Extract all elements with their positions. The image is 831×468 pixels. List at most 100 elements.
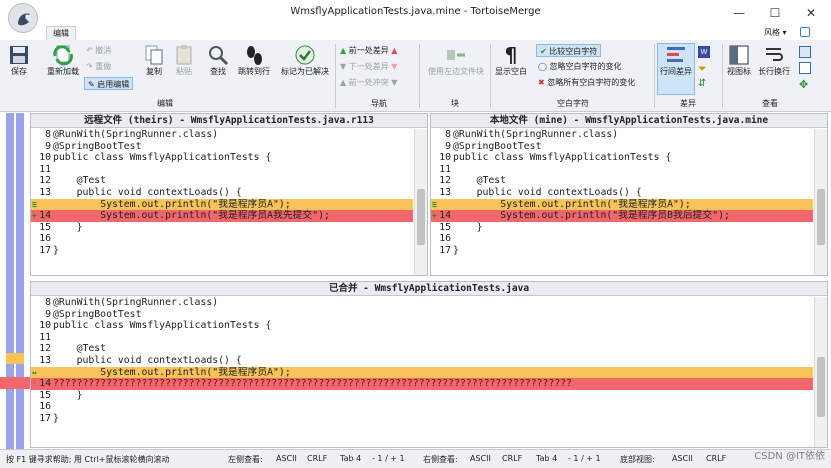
status-right-encoding[interactable]: ASCII (470, 454, 491, 463)
scroll-thumb[interactable] (417, 189, 425, 245)
redo-button[interactable]: ↷ 重做 (86, 60, 111, 73)
next-diff-button[interactable]: ▼ 下一处差异 ▼ (340, 60, 397, 73)
maximize-button[interactable]: ☐ (760, 2, 790, 24)
line-number: 16 (39, 233, 51, 245)
merged-code[interactable]: 8 @RunWith(SpringRunner.class) 9 @SpringBoo… (31, 297, 813, 425)
status-right-eol[interactable]: CRLF (502, 454, 522, 463)
change-marker-icon: + (32, 211, 37, 221)
code-line[interactable]: 10 public class WmsflyApplicationTests { (31, 320, 813, 332)
code-line[interactable]: ≡ System.out.println("我是程序员A"); (31, 198, 413, 211)
code-line[interactable]: +14 System.out.println("我是程序员B我后提交"); (431, 210, 813, 222)
conflict-down-icon: ▼ (391, 78, 398, 87)
style-menu[interactable]: 风格 ▾ (764, 27, 787, 38)
code-line[interactable]: 9 @SpringBootTest (31, 141, 413, 153)
swap-icon[interactable]: ✥ (799, 78, 808, 91)
code-line[interactable]: 15 } (431, 222, 813, 234)
code-line[interactable]: 12 @Test (431, 175, 813, 187)
save-button[interactable]: 保存 (6, 44, 32, 77)
code-line[interactable]: ! 14?????????????????????????????????????… (31, 378, 813, 390)
code-line[interactable]: 15 } (31, 390, 813, 402)
code-line[interactable]: ≡ System.out.println("我是程序员A"); (431, 198, 813, 211)
minimize-button[interactable]: — (724, 2, 754, 24)
help-icon[interactable] (800, 27, 810, 37)
code-line[interactable]: 15 } (31, 222, 413, 234)
merged-pane[interactable]: 已合并 - WmsflyApplicationTests.java 8 @RunW… (30, 281, 828, 448)
status-left-tab[interactable]: Tab 4 (340, 454, 361, 463)
theirs-scrollbar[interactable] (414, 129, 427, 275)
code-line[interactable]: 16 (31, 233, 413, 245)
copy-button[interactable]: 复制 (141, 44, 167, 77)
code-line[interactable]: 13 public void contextLoads() { (31, 355, 813, 367)
status-bottom-encoding[interactable]: ASCII (672, 454, 693, 463)
mine-pane[interactable]: 本地文件 (mine) - WmsflyApplicationTests.jav… (430, 113, 828, 276)
code-line[interactable]: 13 public void contextLoads() { (431, 187, 813, 199)
reload-button[interactable]: 重新加载 (42, 44, 84, 77)
code-line[interactable]: 11 (31, 164, 413, 176)
collapse-icon[interactable]: ⇵ (698, 78, 706, 89)
line-text: } (53, 221, 83, 233)
status-left-eol[interactable]: CRLF (307, 454, 327, 463)
tab-edit[interactable]: 编辑 (46, 26, 76, 40)
view-button[interactable]: 视图标 (725, 44, 753, 77)
tortoise-logo-icon[interactable] (8, 3, 38, 33)
use-left-block-button[interactable]: 使用左边文件块 (423, 44, 489, 77)
pane-layout-icon[interactable] (799, 46, 811, 58)
word-diff-icon[interactable]: W (698, 46, 710, 58)
line-number: 16 (439, 233, 451, 245)
theirs-pane[interactable]: 远程文件 (theirs) - WmsflyApplicationTests.j… (30, 113, 428, 276)
find-button[interactable]: 查找 (205, 44, 231, 77)
code-line[interactable]: 12 @Test (31, 175, 413, 187)
group-separator (335, 44, 336, 108)
pilcrow-icon: ¶ (504, 43, 518, 67)
code-line[interactable]: 9 @SpringBootTest (31, 309, 813, 321)
location-bar[interactable] (0, 113, 30, 449)
code-line[interactable]: 12 @Test (31, 343, 813, 355)
scroll-thumb[interactable] (817, 189, 825, 245)
code-line[interactable]: 17} (31, 245, 413, 257)
ignore-ws-change-option[interactable]: ◯ 忽略空白字符的变化 (538, 60, 622, 73)
enable-edit-button[interactable]: ✎ 启用编辑 (84, 77, 134, 90)
code-line[interactable]: 8 @RunWith(SpringRunner.class) (31, 297, 813, 309)
close-button[interactable]: ✕ (796, 2, 826, 24)
inline-diff-button[interactable]: 行间差异 (657, 43, 695, 95)
code-line[interactable]: 10 public class WmsflyApplicationTests { (31, 152, 413, 164)
code-line[interactable]: 8 @RunWith(SpringRunner.class) (31, 129, 413, 141)
code-line[interactable]: 10 public class WmsflyApplicationTests { (431, 152, 813, 164)
prev-diff-button[interactable]: ▲ 前一处差异 ▲ (340, 44, 397, 57)
show-whitespace-button[interactable]: ¶ 显示空白 (493, 44, 529, 77)
code-line[interactable]: 11 (31, 332, 813, 344)
pane-split-icon[interactable] (799, 62, 811, 74)
mine-code[interactable]: 8 @RunWith(SpringRunner.class) 9 @SpringBoo… (431, 129, 813, 257)
code-line[interactable]: 13 public void contextLoads() { (31, 187, 413, 199)
prev-conflict-button[interactable]: ▲ 前一处冲突 ▼ (340, 76, 397, 89)
status-bottom-eol[interactable]: CRLF (706, 454, 726, 463)
status-right-tab[interactable]: Tab 4 (536, 454, 557, 463)
code-line[interactable]: 9 @SpringBootTest (431, 141, 813, 153)
mark-resolved-button[interactable]: 标记为已解决 (277, 44, 333, 77)
theirs-code[interactable]: 8 @RunWith(SpringRunner.class) 9 @SpringBoo… (31, 129, 413, 257)
code-line[interactable]: 16 (431, 233, 813, 245)
merged-header: 已合并 - WmsflyApplicationTests.java (31, 282, 827, 296)
goto-line-button[interactable]: 跳转到行 (235, 44, 273, 77)
mine-scrollbar[interactable] (814, 129, 827, 275)
code-line[interactable]: +14 System.out.println("我是程序员A我先提交"); (31, 210, 413, 222)
line-number: 10 (439, 152, 451, 164)
ignore-all-ws-option[interactable]: ✖ 忽略所有空白字符的变化 (538, 76, 635, 89)
code-line[interactable]: 17} (431, 245, 813, 257)
status-left-encoding[interactable]: ASCII (276, 454, 297, 463)
code-line[interactable]: ↔ System.out.println("我是程序员A"); (31, 366, 813, 379)
code-line[interactable]: 11 (431, 164, 813, 176)
code-line[interactable]: 16 (31, 401, 813, 413)
wrap-lines-button[interactable]: 长行换行 (755, 44, 793, 77)
status-right-view: 右侧查看: (423, 455, 458, 464)
code-line[interactable]: 8 @RunWith(SpringRunner.class) (431, 129, 813, 141)
scroll-thumb[interactable] (817, 357, 825, 417)
undo-button[interactable]: ↶ 撤消 (86, 44, 111, 57)
paste-button[interactable]: 粘贴 (171, 44, 197, 77)
code-line[interactable]: 17} (31, 413, 813, 425)
filter-icon[interactable]: ⏷ (698, 62, 707, 76)
line-number: 11 (439, 163, 451, 175)
merged-scrollbar[interactable] (814, 297, 827, 447)
compare-whitespace-option[interactable]: ✔ 比较空白字符 (536, 44, 602, 57)
line-text: @SpringBootTest (53, 308, 142, 320)
